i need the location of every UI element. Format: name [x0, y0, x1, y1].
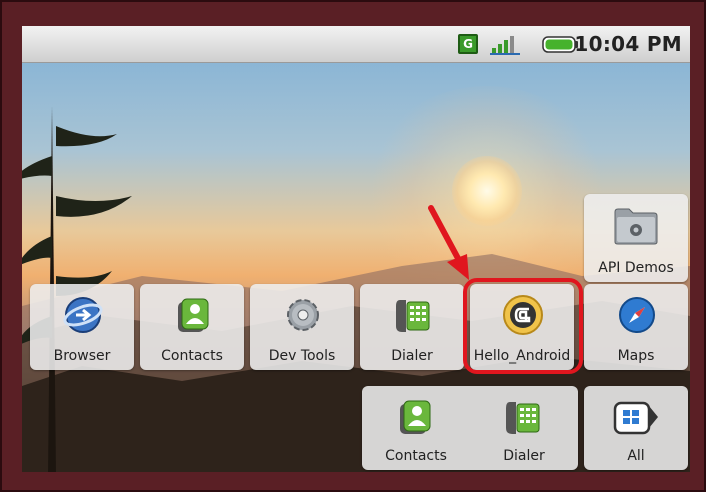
app-label: Contacts	[161, 348, 223, 364]
app-api-demos[interactable]: API Demos	[584, 194, 688, 282]
app-label: Maps	[617, 348, 655, 364]
maps-icon	[619, 297, 655, 333]
status-bar-clock: 10:04 PM	[574, 32, 682, 56]
network-type-icon: G	[458, 34, 478, 54]
app-label: Dialer	[391, 348, 433, 364]
app-label: All	[627, 448, 645, 464]
dev-tools-icon	[287, 299, 319, 331]
folder-gear-icon	[614, 208, 658, 245]
status-bar: G 10:04 PM	[22, 26, 690, 63]
signal-strength-icon	[490, 36, 520, 55]
app-label: Dev Tools	[268, 348, 336, 364]
all-apps-icon	[613, 401, 658, 435]
wallpaper-tree	[22, 106, 132, 472]
dialer-icon	[396, 300, 430, 332]
contacts-icon	[178, 298, 209, 332]
app-contacts[interactable]: Contacts	[140, 284, 244, 370]
app-browser[interactable]: Browser	[30, 284, 134, 370]
app-dialer[interactable]: Dialer	[360, 284, 464, 370]
app-label: API Demos	[598, 260, 674, 276]
contacts-icon	[400, 400, 431, 434]
app-label: Dialer	[503, 448, 545, 464]
app-label: Browser	[53, 348, 111, 364]
all-apps-button[interactable]: All	[584, 386, 688, 470]
browser-icon	[63, 297, 103, 333]
dock-dialer[interactable]: Dialer	[470, 386, 578, 470]
annotation-arrow	[428, 205, 469, 280]
app-label: Contacts	[385, 448, 447, 464]
dialer-icon	[506, 402, 540, 434]
dock-favorites: Contacts Dialer	[362, 386, 578, 470]
app-dev-tools[interactable]: Dev Tools	[250, 284, 354, 370]
home-screen: G 10:04 PM API Demos Browser Contacts De…	[22, 26, 690, 472]
dock-contacts[interactable]: Contacts	[362, 386, 470, 470]
device-frame: G 10:04 PM API Demos Browser Contacts De…	[0, 0, 706, 492]
app-maps[interactable]: Maps	[584, 284, 688, 370]
highlight-box	[463, 278, 583, 374]
